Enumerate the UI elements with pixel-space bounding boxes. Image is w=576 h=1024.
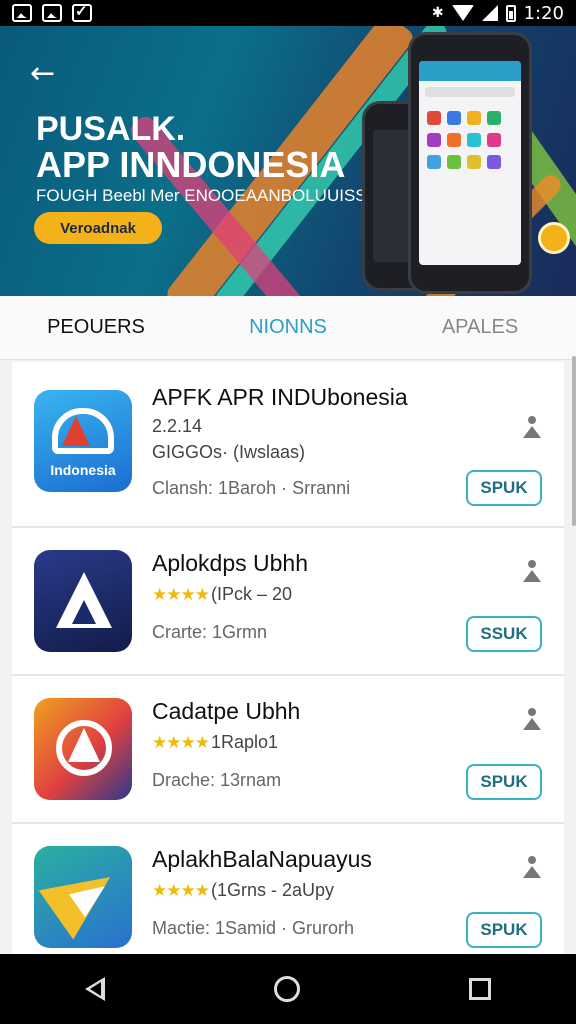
download-person-icon[interactable]: [522, 708, 542, 730]
notification-icons: [12, 2, 92, 22]
list-item[interactable]: Cadatpe Ubhh ★★★★ 1Raplo1 Drache: 13rnam …: [12, 676, 564, 824]
app-icon: [34, 698, 132, 800]
app-size: Crarte: 1Grmn: [152, 622, 268, 642]
app-name: Aplokdps Ubhh: [152, 550, 308, 576]
app-name: AplakhBalaNapuayus: [152, 846, 372, 872]
app-list: Indonesia APFK APR INDUbonesia 2.2.14 GI…: [12, 362, 564, 954]
signal-icon: [481, 5, 498, 21]
battery-icon: [505, 4, 516, 22]
install-button[interactable]: SPUK: [466, 470, 542, 506]
app-rating: ★★★★ (IPck – 20: [152, 584, 292, 605]
nav-recent-icon[interactable]: [469, 978, 492, 1000]
nav-back-icon[interactable]: [84, 977, 105, 1001]
category-tabs: PEOUERS NIONNS APALES: [0, 296, 576, 360]
wifi-icon: [451, 5, 474, 21]
app-rating: ★★★★ (1Grns - 2aUpy: [152, 880, 334, 901]
app-icon-label: Indonesia: [50, 462, 116, 478]
app-size: Drache: 13rnam: [152, 770, 282, 790]
app-rating: ★★★★ 1Raplo1: [152, 732, 278, 753]
bluetooth-icon: ✱: [431, 5, 444, 21]
banner-cta-button[interactable]: Veroadnak: [34, 212, 162, 244]
download-person-icon[interactable]: [522, 560, 542, 582]
star-rating-icon: ★★★★: [152, 881, 210, 900]
nav-home-icon[interactable]: [273, 976, 300, 1002]
list-item[interactable]: AplakhBalaNapuayus ★★★★ (1Grns - 2aUpy Ma…: [12, 824, 564, 954]
download-person-icon[interactable]: [522, 856, 542, 878]
banner-title: PUSALK. APP INNDONESIA: [36, 112, 345, 183]
app-version: 2.2.14: [152, 416, 203, 436]
tab-apales[interactable]: APALES: [384, 316, 576, 339]
gallery-notification-icon: [12, 4, 32, 22]
list-item[interactable]: Aplokdps Ubhh ★★★★ (IPck – 20 Crarte: 1Gr…: [12, 528, 564, 676]
promo-banner: ← PUSALK. APP INNDONESIA FOUGH Beebl Mer…: [0, 26, 576, 296]
app-meta: GIGGOs· (Iwslaas): [152, 442, 306, 462]
download-person-icon[interactable]: [522, 416, 542, 438]
app-meta: (IPck – 20: [210, 584, 293, 604]
scrollbar[interactable]: [572, 356, 576, 526]
banner-title-line2: APP INNDONESIA: [36, 143, 346, 185]
app-icon: [34, 550, 132, 652]
install-button[interactable]: SPUK: [466, 912, 542, 948]
tab-peouers[interactable]: PEOUERS: [0, 316, 192, 339]
clock: 1:20: [523, 2, 564, 24]
star-rating-icon: ★★★★: [152, 733, 210, 752]
banner-title-line1: PUSALK.: [36, 110, 186, 148]
phone-illustration-front: [408, 32, 532, 294]
app-size: Mactie: 1Samid · Grurorh: [152, 918, 355, 938]
app-name: APFK APR INDUbonesia: [152, 384, 408, 410]
install-button[interactable]: SPUK: [466, 764, 542, 800]
app-name: Cadatpe Ubhh: [152, 698, 301, 724]
app-size: Clansh: 1Baroh · Srranni: [152, 478, 351, 498]
app-meta: 1Raplo1: [210, 732, 279, 752]
system-icons: ✱ 1:20: [432, 3, 564, 24]
check-notification-icon: [72, 2, 92, 22]
app-meta: (1Grns - 2aUpy: [210, 880, 335, 900]
banner-subtitle: FOUGH Beebl Mer ENOOEAANBOLUUISS: [36, 186, 367, 205]
list-item[interactable]: Indonesia APFK APR INDUbonesia 2.2.14 GI…: [12, 362, 564, 528]
back-arrow-icon[interactable]: ←: [30, 56, 55, 91]
install-button[interactable]: SSUK: [466, 616, 542, 652]
app-icon: Indonesia: [34, 390, 132, 492]
status-bar: ✱ 1:20: [0, 0, 576, 26]
coin-icon: [538, 222, 570, 254]
system-nav-bar: [0, 954, 576, 1024]
app-icon: [34, 846, 132, 948]
tab-nionns[interactable]: NIONNS: [192, 316, 384, 339]
star-rating-icon: ★★★★: [152, 585, 210, 604]
image-notification-icon: [42, 4, 62, 22]
